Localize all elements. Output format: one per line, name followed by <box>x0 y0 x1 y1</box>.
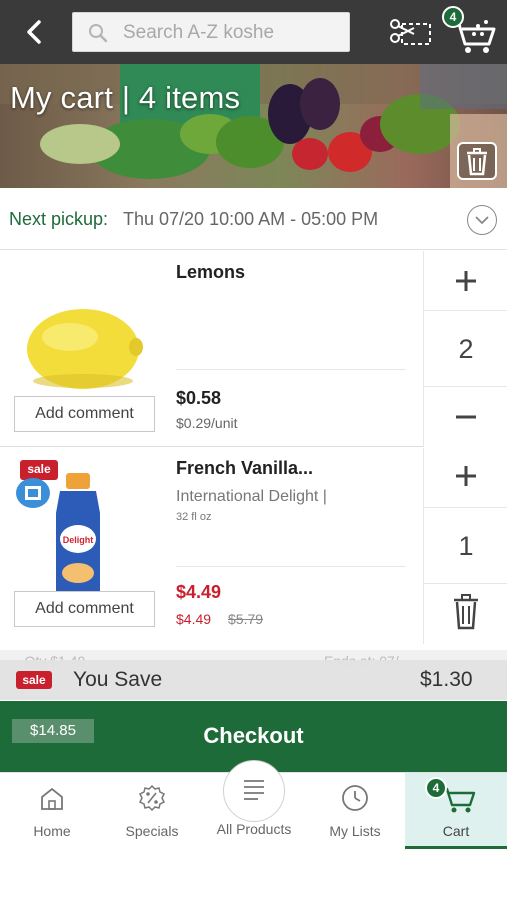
cart-count-badge: 4 <box>442 6 464 28</box>
pickup-label: Next pickup: <box>9 209 109 229</box>
page-title: My cart | 4 items <box>10 80 241 115</box>
add-comment-button[interactable]: Add comment <box>14 591 155 627</box>
nav-label: Home <box>33 823 71 839</box>
chevron-down-icon[interactable] <box>467 205 497 235</box>
top-bar: Search A-Z koshe 4 <box>0 0 507 64</box>
savings-amount: $1.30 <box>420 668 473 691</box>
product-brand: International Delight | <box>176 488 327 505</box>
savings-bar: sale You Save $1.30 <box>0 660 507 700</box>
quantity-value: 2 <box>424 311 507 387</box>
back-arrow-icon[interactable] <box>18 16 50 48</box>
clear-cart-trash-icon[interactable] <box>457 142 497 180</box>
cart-item: Delight sale French Vanilla... Internati… <box>0 448 507 648</box>
creamer-bottle-image[interactable]: Delight <box>50 473 106 601</box>
sale-price: $4.49 <box>176 611 212 627</box>
unit-price: $0.29/unit <box>176 415 238 431</box>
clip-coupon-icon[interactable] <box>388 14 434 50</box>
svg-text:Delight: Delight <box>63 535 94 545</box>
decrease-quantity-button[interactable] <box>424 387 507 447</box>
quantity-stepper: 1 <box>423 448 507 644</box>
pickup-time: Thu 07/20 10:00 AM - 05:00 PM <box>123 209 379 229</box>
savings-label: You Save <box>73 668 163 691</box>
product-name[interactable]: Lemons <box>176 262 245 283</box>
product-name[interactable]: French Vanilla... <box>176 458 313 479</box>
specials-icon <box>138 784 166 812</box>
nav-my-lists[interactable]: My Lists <box>305 773 405 849</box>
nav-label: Specials <box>125 823 179 839</box>
divider <box>176 566 406 567</box>
remove-item-trash-icon[interactable] <box>424 584 507 644</box>
item-total-price: $0.58 <box>176 388 222 408</box>
increase-quantity-button[interactable] <box>424 251 507 311</box>
my-lists-icon <box>342 785 368 811</box>
original-price: $5.79 <box>228 611 264 627</box>
divider <box>176 369 406 370</box>
quantity-stepper: 2 <box>423 251 507 447</box>
pickup-slot-row[interactable]: Next pickup: Thu 07/20 10:00 AM - 05:00 … <box>0 188 507 250</box>
checkout-label: Checkout <box>203 723 304 748</box>
increase-quantity-button[interactable] <box>424 448 507 508</box>
cart-icon[interactable]: 4 <box>442 6 500 56</box>
nav-specials[interactable]: Specials <box>102 773 202 849</box>
coupon-icon <box>16 478 50 508</box>
nav-label: My Lists <box>329 823 381 839</box>
search-icon <box>87 22 109 44</box>
product-size: 32 fl oz <box>176 511 212 523</box>
sale-badge: sale <box>16 671 52 689</box>
nav-cart[interactable]: 4 Cart <box>405 773 507 849</box>
home-icon <box>41 787 63 810</box>
nav-all-products[interactable]: All Products <box>204 773 304 849</box>
lemon-image[interactable] <box>20 301 146 393</box>
cart-count-badge: 4 <box>425 777 447 799</box>
search-placeholder: Search A-Z koshe <box>123 22 275 43</box>
nav-label: Cart <box>442 823 470 839</box>
sale-badge: sale <box>20 460 58 480</box>
quantity-value: 1 <box>424 508 507 584</box>
bottom-nav: Home Specials All Products My Lists 4 Ca… <box>0 760 507 850</box>
item-total-price: $4.49 <box>176 582 222 602</box>
cart-item: Lemons $0.58 $0.29/unit Add comment 2 <box>0 251 507 447</box>
search-input[interactable]: Search A-Z koshe <box>72 12 350 52</box>
nav-label: All Products <box>216 821 292 837</box>
add-comment-button[interactable]: Add comment <box>14 396 155 432</box>
nav-home[interactable]: Home <box>2 773 102 849</box>
